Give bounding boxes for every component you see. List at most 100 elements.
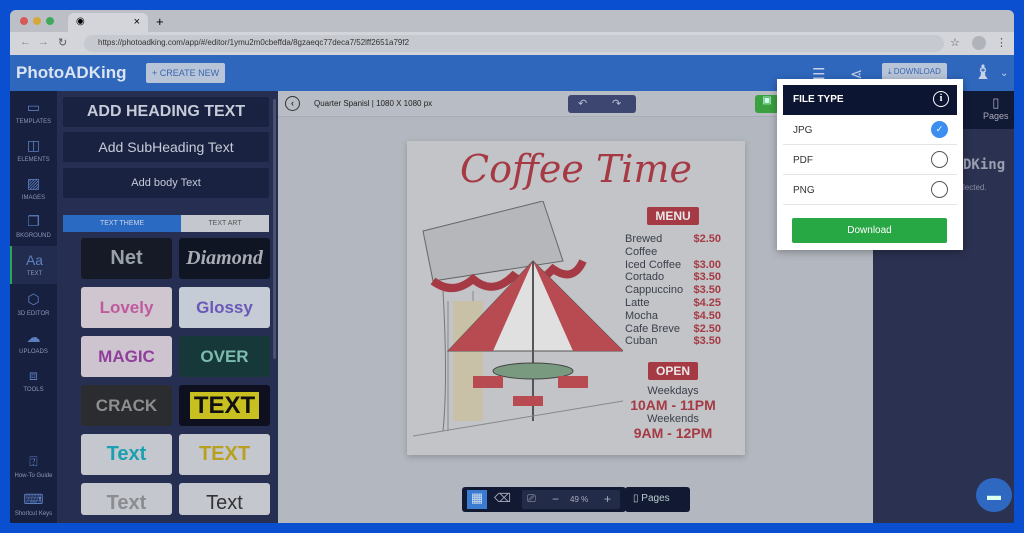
theme-tile-text-thin[interactable]: Text: [179, 483, 270, 515]
option-label: PNG: [793, 185, 815, 196]
chat-support-button[interactable]: ▬: [976, 478, 1012, 512]
radio-unchecked[interactable]: [931, 181, 948, 198]
selection-note: lected.: [963, 183, 987, 192]
open-label: OPEN: [647, 362, 698, 381]
sidebar-item-templates[interactable]: ▭ TEMPLATES: [10, 99, 57, 125]
page-icon: ▯: [992, 95, 1000, 110]
sidebar-item-label: 3D EDITOR: [17, 311, 50, 317]
menu-item: Mocha $4.50: [625, 310, 721, 323]
zoom-out-button[interactable]: −: [552, 492, 559, 506]
undo-icon[interactable]: ↶: [578, 97, 587, 110]
close-window-dot[interactable]: [20, 17, 28, 25]
sidebar-item-label: IMAGES: [21, 195, 46, 201]
menu-item-name: Cafe Breve: [625, 322, 681, 335]
app-logo[interactable]: PhotoADKing: [16, 63, 126, 83]
sidebar-item-elements[interactable]: ◫ ELEMENTS: [10, 137, 57, 163]
sidebar-item-uploads[interactable]: ☁ UPLOADS: [10, 329, 57, 355]
eraser-icon[interactable]: ⌫: [494, 491, 511, 505]
address-bar-row: ← → ↻ https://photoadking.com/app/#/edit…: [10, 32, 1014, 55]
file-type-option-pdf[interactable]: PDF: [783, 145, 957, 175]
poster-title: Coffee Time: [460, 147, 692, 191]
weekend-hours: 9AM - 12PM: [633, 425, 713, 442]
chevron-down-icon[interactable]: ⌄: [1000, 68, 1008, 79]
add-heading-button[interactable]: ADD HEADING TEXT: [63, 97, 269, 127]
how-to-guide-button[interactable]: ⍰ How-To Guide: [10, 453, 57, 479]
pages-label: Pages: [641, 493, 670, 504]
theme-tile-text-outline[interactable]: Text: [81, 483, 172, 515]
sidebar-item-3d-editor[interactable]: ⬡ 3D EDITOR: [10, 291, 57, 317]
menu-item-name: Latte: [625, 296, 650, 309]
menu-item-name: Iced Coffee: [625, 258, 682, 271]
theme-tile-net[interactable]: Net: [81, 238, 172, 279]
tab-text-art[interactable]: TEXT ART: [181, 215, 269, 232]
panel-scrollbar[interactable]: [273, 99, 276, 359]
info-icon[interactable]: i: [933, 91, 949, 107]
add-subheading-button[interactable]: Add SubHeading Text: [63, 132, 269, 162]
shortcut-keys-button[interactable]: ⌨ Shortcut Keys: [10, 491, 57, 517]
theme-tile-text-gold[interactable]: TEXT: [179, 434, 270, 475]
sidebar-item-text[interactable]: Aa TEXT: [10, 246, 57, 284]
maximize-window-dot[interactable]: [46, 17, 54, 25]
minimize-window-dot[interactable]: [33, 17, 41, 25]
popup-download-button[interactable]: Download: [792, 218, 947, 243]
sidebar-item-tools[interactable]: ⧈ TOOLS: [10, 367, 57, 393]
toolbox-icon: ⧈: [29, 367, 38, 383]
file-type-option-png[interactable]: PNG: [783, 175, 957, 205]
theme-tile-diamond[interactable]: Diamond: [179, 238, 270, 279]
menu-item-price: $4.25: [693, 296, 721, 309]
file-type-option-jpg[interactable]: JPG ✓: [783, 115, 957, 145]
bookmark-star-icon[interactable]: ☆: [950, 36, 960, 49]
design-canvas[interactable]: Coffee Time MENU Brewed Coffee $2.50 Iced…: [407, 141, 745, 455]
create-new-button[interactable]: + CREATE NEW: [146, 63, 226, 83]
design-title: Quarter Spanisl | 1080 X 1080 px: [314, 99, 433, 108]
menu-item: Cafe Breve $2.50: [625, 323, 721, 336]
menu-item: Brewed Coffee $2.50: [625, 233, 721, 259]
cafe-illustration: [413, 201, 623, 437]
radio-checked[interactable]: ✓: [931, 121, 948, 138]
profile-avatar[interactable]: [972, 36, 986, 50]
bottom-toolbar: ▦ ⌫ ⎚ − 49 % +: [462, 487, 626, 512]
browser-tab[interactable]: ◉ ×: [68, 13, 148, 32]
sidebar-item-background[interactable]: ❐ BKGROUND: [10, 213, 57, 239]
url-input[interactable]: https://photoadking.com/app/#/editor/1ym…: [84, 35, 944, 52]
menu-item: Cortado $3.50: [625, 271, 721, 284]
undo-redo-group: ↶ ↷: [568, 95, 636, 113]
help-icon: ⍰: [29, 453, 38, 469]
sidebar-item-images[interactable]: ▨ IMAGES: [10, 175, 57, 201]
tab-pages[interactable]: ▯ Pages: [983, 95, 1009, 121]
theme-tile-text-teal[interactable]: Text: [81, 434, 172, 475]
forward-icon[interactable]: →: [38, 36, 49, 48]
download-label: DOWNLOAD: [893, 67, 941, 76]
new-tab-button[interactable]: +: [156, 14, 164, 29]
grid-icon[interactable]: ▦: [467, 490, 487, 509]
tab-close-icon[interactable]: ×: [134, 16, 140, 28]
sidebar-item-label: TEXT: [26, 271, 43, 277]
redo-icon[interactable]: ↷: [612, 97, 621, 110]
browser-menu-icon[interactable]: ⋮: [996, 36, 1007, 49]
menu-item-price: $2.50: [693, 322, 721, 335]
file-type-popup: FILE TYPE i JPG ✓ PDF PNG Download: [777, 79, 963, 250]
theme-tile-text-yellow[interactable]: TEXT: [179, 385, 270, 426]
zoom-level: 49 %: [570, 495, 589, 504]
save-button[interactable]: ▣: [755, 95, 779, 113]
back-icon[interactable]: ←: [20, 36, 31, 48]
theme-tile-glossy[interactable]: Glossy: [179, 287, 270, 328]
pages-button[interactable]: ▯ Pages: [625, 487, 690, 512]
radio-unchecked[interactable]: [931, 151, 948, 168]
weekdays-label: Weekdays: [647, 385, 699, 398]
crown-icon[interactable]: ♝: [974, 60, 992, 85]
presentation-icon[interactable]: ⎚: [527, 493, 536, 506]
menu-item-price: $2.50: [693, 233, 721, 245]
back-arrow-icon[interactable]: ‹: [285, 96, 300, 111]
tab-text-theme[interactable]: TEXT THEME: [63, 215, 181, 232]
menu-item-name: Brewed Coffee: [625, 233, 663, 258]
theme-tile-over[interactable]: OVER: [179, 336, 270, 377]
add-body-button[interactable]: Add body Text: [63, 168, 269, 198]
elements-icon: ◫: [26, 137, 41, 153]
zoom-in-button[interactable]: +: [604, 492, 611, 506]
menu-item: Cappuccino $3.50: [625, 284, 721, 297]
theme-tile-magic[interactable]: MAGIC: [81, 336, 172, 377]
theme-tile-crack[interactable]: CRACK: [81, 385, 172, 426]
theme-tile-lovely[interactable]: Lovely: [81, 287, 172, 328]
reload-icon[interactable]: ↻: [58, 36, 67, 49]
